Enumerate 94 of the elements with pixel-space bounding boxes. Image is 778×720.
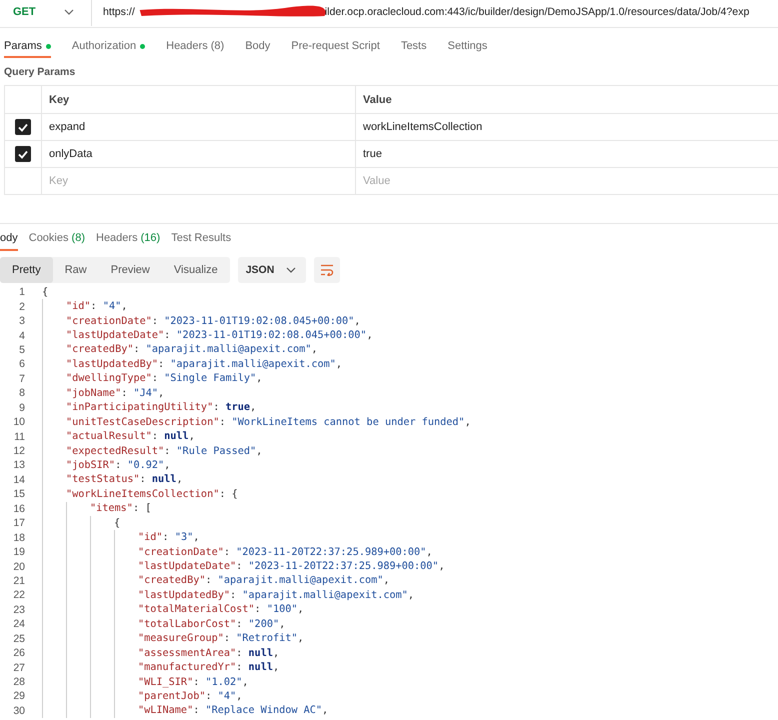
table-cell-text: true xyxy=(362,147,383,162)
code-line: { xyxy=(114,518,120,529)
line-number: 2 xyxy=(18,300,25,313)
view-mode-tab[interactable]: Preview xyxy=(98,257,162,283)
line-number: 18 xyxy=(12,532,25,544)
line-number: 30 xyxy=(12,704,25,717)
column-header: Value xyxy=(362,92,393,108)
response-tab[interactable]: Cookies (8) xyxy=(28,227,85,251)
code-line: "wLIName": "Replace Window AC", xyxy=(138,705,328,716)
line-number: 4 xyxy=(18,330,25,342)
code-line: "assessmentArea": null, xyxy=(138,648,280,659)
code-line: "id": "4", xyxy=(66,301,128,312)
line-number: 12 xyxy=(12,445,25,458)
code-line: "expectedResult": "Rule Passed", xyxy=(66,446,262,457)
view-mode-tab[interactable]: Raw xyxy=(52,257,99,283)
line-number: 19 xyxy=(12,546,25,558)
line-number: 17 xyxy=(12,517,25,530)
code-line: "jobSIR": "0.92", xyxy=(66,460,170,471)
line-number: 21 xyxy=(12,574,25,587)
line-number: 25 xyxy=(12,632,25,645)
line-number: 7 xyxy=(18,372,25,385)
request-tab[interactable]: Body xyxy=(245,36,270,58)
request-tab[interactable]: Tests xyxy=(400,36,427,58)
line-number: 9 xyxy=(18,402,25,414)
line-number: 6 xyxy=(18,358,25,370)
code-line: "dwellingType": "Single Family", xyxy=(66,373,262,384)
code-line: "creationDate": "2023-11-20T22:37:25.989+00:00", xyxy=(138,546,432,558)
check-icon xyxy=(18,122,28,132)
line-number: 22 xyxy=(12,589,25,602)
line-number: 13 xyxy=(12,459,25,472)
code-line: "manufacturedYr": null, xyxy=(138,662,280,674)
line-number: 28 xyxy=(12,676,25,688)
line-number: 1 xyxy=(18,286,25,298)
code-line: "unitTestCaseDescription": "WorkLineItems cannot be under funded", xyxy=(66,416,471,428)
line-number: 10 xyxy=(12,416,25,428)
code-line: "parentJob": "4", xyxy=(138,690,242,702)
line-number: 11 xyxy=(13,430,25,443)
request-tab[interactable]: Authorization xyxy=(72,36,146,58)
line-number: 26 xyxy=(12,647,25,660)
line-number: 23 xyxy=(12,604,25,616)
view-mode-tab[interactable]: Visualize xyxy=(162,257,230,283)
line-number: 15 xyxy=(12,488,25,500)
chevron-down-icon xyxy=(286,267,296,273)
code-line: "measureGroup": "Retrofit", xyxy=(138,633,304,644)
code-line: "totalMaterialCost": "100", xyxy=(138,604,304,616)
wrap-lines-button[interactable] xyxy=(314,257,340,283)
column-header: Key xyxy=(42,86,356,113)
code-line: { xyxy=(42,286,48,298)
table-cell: onlyData xyxy=(42,141,356,167)
code-line: "WLI_SIR": "1.02", xyxy=(138,676,248,688)
request-tab[interactable]: Pre-request Script xyxy=(291,36,380,58)
code-line: "createdBy": "aparajit.malli@apexit.com", xyxy=(66,344,318,356)
line-number: 24 xyxy=(12,618,25,630)
table-cell-text: workLineItemsCollection xyxy=(362,120,484,135)
line-number: 8 xyxy=(18,387,25,400)
code-line: "lastUpdateDate": "2023-11-01T19:02:08.045+00:00", xyxy=(66,330,373,342)
code-line: "id": "3", xyxy=(138,532,200,544)
format-dropdown[interactable]: JSON xyxy=(238,257,306,283)
request-tab[interactable]: Settings xyxy=(448,36,488,58)
section-title: Query Params xyxy=(4,66,76,78)
line-number: 3 xyxy=(18,315,25,328)
line-number: 14 xyxy=(12,474,25,486)
code-line: "actualResult": null, xyxy=(66,431,195,442)
line-number: 27 xyxy=(12,662,25,674)
code-line: "lastUpdateDate": "2023-11-20T22:37:25.989+00:00", xyxy=(138,561,445,572)
view-mode-tab[interactable]: Pretty xyxy=(0,257,53,283)
value-field[interactable]: Value xyxy=(363,175,453,187)
response-tab[interactable]: Test Results xyxy=(171,227,232,251)
code-line: "creationDate": "2023-11-01T19:02:08.045+00:00", xyxy=(66,316,360,327)
check-icon xyxy=(18,150,28,158)
request-tab[interactable]: Headers (8) xyxy=(166,36,224,58)
code-line: "items": [ xyxy=(90,503,152,514)
response-tab[interactable]: ody xyxy=(0,227,18,251)
chevron-down-icon xyxy=(64,9,74,15)
code-line: "totalLaborCost": "200", xyxy=(138,618,286,630)
response-tab[interactable]: Headers (16) xyxy=(96,227,160,251)
code-line: "lastUpdatedBy": "aparajit.malli@apexit.com", xyxy=(138,590,414,601)
line-number: 16 xyxy=(12,502,25,515)
request-tab[interactable]: Params xyxy=(4,36,51,58)
key-field[interactable]: Key xyxy=(49,175,139,187)
code-line: "workLineItemsCollection": { xyxy=(66,488,238,500)
code-line: "lastUpdatedBy": "aparajit.malli@apexit.com", xyxy=(66,358,342,370)
code-line: "testStatus": null, xyxy=(66,474,183,486)
checkbox[interactable] xyxy=(15,146,31,162)
line-number: 29 xyxy=(12,690,25,702)
checkbox[interactable] xyxy=(15,119,31,135)
url-field[interactable]: https:// ilder.ocp.oraclecloud.com:443/ic/builder/design/DemoJSApp/1.0/resources/data/Job/4?exp xyxy=(92,4,750,20)
table-cell: expand xyxy=(42,114,356,140)
line-number: 5 xyxy=(18,344,25,356)
code-line: "inParticipatingUtility": true, xyxy=(66,402,256,414)
line-number: 20 xyxy=(12,560,25,573)
code-line: "createdBy": "aparajit.malli@apexit.com", xyxy=(138,575,390,586)
wrap-icon xyxy=(320,264,334,276)
code-line: "jobName": "J4", xyxy=(66,388,164,399)
